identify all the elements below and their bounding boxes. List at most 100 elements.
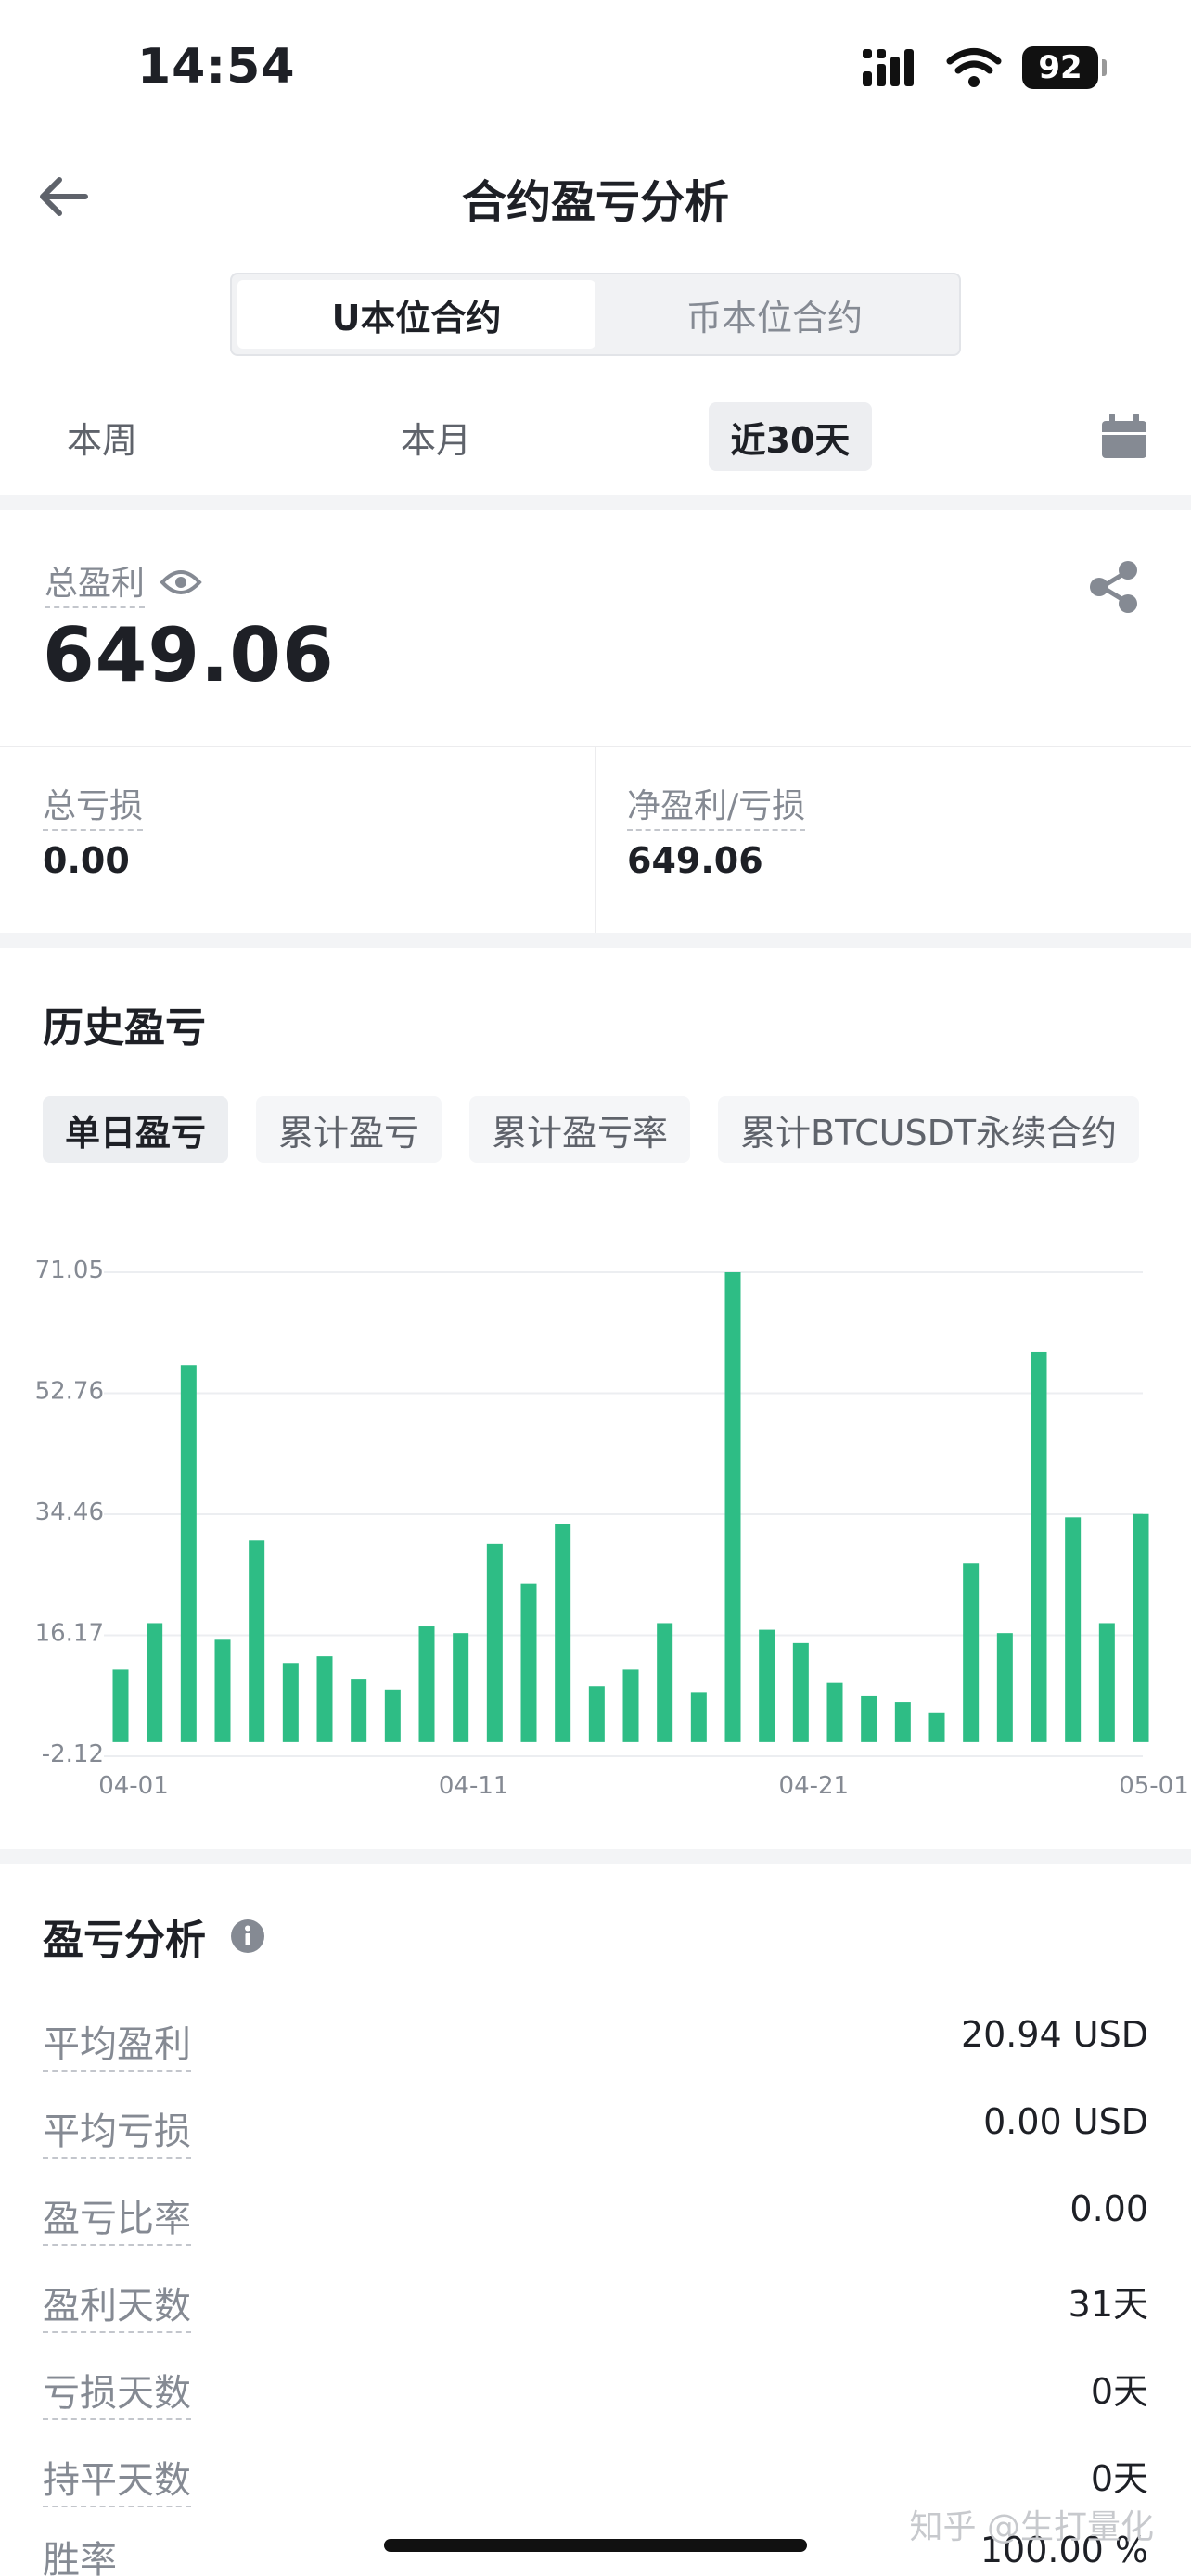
chart-bar [1098,1623,1115,1742]
analysis-row-loss-days: 亏损天数 0天 [43,2353,1148,2420]
contract-type-segment: U本位合约 币本位合约 [230,273,961,356]
tab-u-contract[interactable]: U本位合约 [237,280,596,349]
status-icons: 92 [861,45,1107,91]
chart-bar [588,1686,605,1742]
period-this-week[interactable]: 本周 [37,402,167,471]
chart-bar [316,1656,333,1742]
analysis-label: 平均亏损 [43,2101,191,2159]
chart-bar [486,1543,503,1742]
total-loss-value: 0.00 [43,840,130,881]
period-last-30-days[interactable]: 近30天 [709,402,872,471]
metrics-divider [595,747,596,933]
chart-y-tick-label: 52.76 [35,1377,104,1405]
chart-bar [826,1682,843,1742]
wifi-icon [946,48,1002,87]
period-this-month[interactable]: 本月 [371,402,501,471]
chart-bar [112,1669,129,1742]
chart-bar [282,1663,299,1742]
analysis-value: 0.00 [1069,2188,1148,2229]
chart-bar [690,1692,707,1742]
info-icon[interactable] [230,1919,265,1954]
analysis-title-row: 盈亏分析 [43,1906,265,1966]
chart-y-tick-label: -2.12 [42,1741,104,1768]
total-loss-label: 总亏损 [43,779,144,831]
chart-x-tick-label: 04-21 [779,1772,850,1800]
chart-bar [351,1679,367,1742]
chart-bar [1031,1351,1047,1742]
analysis-value: 20.94 USD [960,2014,1148,2055]
chart-bar [928,1712,945,1742]
tab-cumulative-btcusdt[interactable]: 累计BTCUSDT永续合约 [718,1096,1140,1163]
analysis-value: 0天 [1090,2458,1148,2499]
watermark: 知乎 @生打量化 [909,2508,1154,2546]
chart-bar [996,1633,1013,1742]
chart-bar [418,1626,435,1742]
tab-cumulative-pnl-rate[interactable]: 累计盈亏率 [469,1096,691,1163]
analysis-label: 平均盈利 [43,2014,191,2072]
chart-bar [963,1563,980,1742]
status-bar: 14:54 92 [0,0,1191,139]
analysis-label: 盈亏比率 [43,2188,191,2246]
nav-header: 合约盈亏分析 [0,148,1191,241]
chart-x-tick-label: 04-01 [98,1772,169,1800]
tab-cumulative-pnl[interactable]: 累计盈亏 [256,1096,442,1163]
analysis-row-profit-days: 盈利天数 31天 [43,2266,1148,2333]
chart-tabs: 单日盈亏 累计盈亏 累计盈亏率 累计BTCUSDT永续合约 [43,1096,1140,1163]
analysis-row-pnl-ratio: 盈亏比率 0.00 [43,2179,1148,2246]
analysis-value: 31天 [1068,2284,1148,2325]
calendar-icon[interactable] [1098,412,1150,462]
chart-bar [520,1583,537,1742]
net-profit-value: 649.06 [627,840,763,881]
chart-y-tick-label: 71.05 [35,1256,104,1284]
analysis-label: 持平天数 [43,2450,191,2507]
chart-bar [384,1689,401,1742]
total-profit-label-row: 总盈利 [45,556,202,608]
total-profit-value: 649.06 [43,612,335,698]
analysis-row-avg-profit: 平均盈利 20.94 USD [43,2005,1148,2072]
chart-bar [180,1365,197,1742]
eye-icon[interactable] [160,567,202,597]
status-time: 14:54 [137,39,296,95]
analysis-row-avg-loss: 平均亏损 0.00 USD [43,2092,1148,2159]
daily-pnl-chart-svg: 71.05 52.76 34.46 16.17 -2.12 04-01 04-11 04-21… [35,1256,1189,1800]
chart-y-tick-label: 16.17 [35,1620,104,1648]
tab-coin-contract[interactable]: 币本位合约 [596,280,954,349]
chart-bar [894,1702,911,1742]
chart-bar [214,1639,231,1742]
analysis-label: 胜率 [43,2530,117,2576]
chart-y-tick-label: 34.46 [35,1498,104,1526]
history-title: 历史盈亏 [43,1004,206,1052]
share-icon[interactable] [1087,558,1141,616]
chart-x-tick-label: 04-11 [439,1772,509,1800]
chart-bar [1133,1513,1149,1742]
analysis-title: 盈亏分析 [43,1917,206,1964]
cellular-signal-icon [863,49,914,86]
chart-bar [249,1540,265,1742]
total-profit-label: 总盈利 [45,556,146,608]
home-indicator[interactable] [384,2539,807,2552]
chart-bar [1065,1517,1082,1742]
analysis-value: 0.00 USD [983,2101,1148,2142]
analysis-value: 0天 [1090,2371,1148,2412]
net-profit-label: 净盈利/亏损 [627,779,806,831]
chart-bar [622,1669,639,1742]
chart-bar [861,1695,877,1742]
analysis-row-flat-days: 持平天数 0天 [43,2441,1148,2507]
tab-daily-pnl[interactable]: 单日盈亏 [43,1096,229,1163]
chart-x-tick-label: 05-01 [1119,1772,1189,1800]
battery-indicator: 92 [1022,46,1107,89]
section-divider [0,933,1191,948]
chart-bar [555,1524,571,1742]
chart-bar [147,1623,163,1742]
section-divider [0,495,1191,510]
chart-bar [759,1629,775,1742]
chart-bar [724,1272,741,1742]
chart-bar [792,1642,809,1742]
period-selector: 本周 本月 近30天 [0,399,1191,473]
page-title: 合约盈亏分析 [461,176,729,228]
section-divider [0,1849,1191,1864]
analysis-label: 盈利天数 [43,2276,191,2333]
chart-bar [657,1623,673,1742]
analysis-label: 亏损天数 [43,2363,191,2420]
battery-level: 92 [1038,49,1082,86]
